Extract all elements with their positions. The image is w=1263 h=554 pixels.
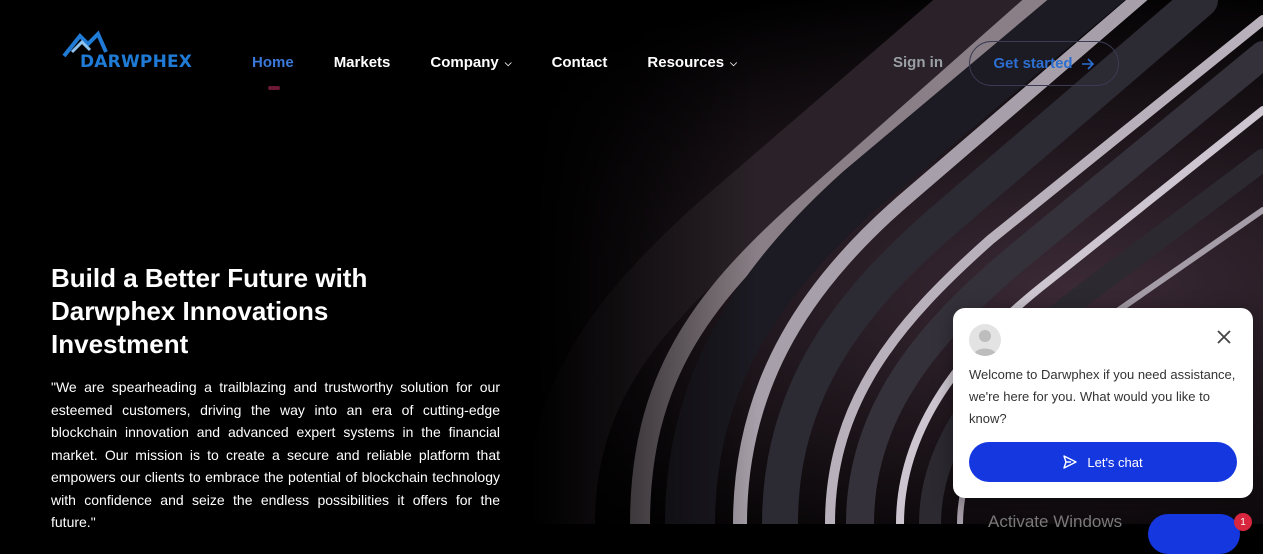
lets-chat-label: Let's chat [1087,454,1143,470]
lets-chat-button[interactable]: Let's chat [969,442,1237,482]
nav-item-label: Home [252,54,294,71]
nav-item-contact[interactable]: Contact [552,54,608,71]
send-icon [1063,455,1078,469]
nav-item-label: Company [430,54,499,71]
activate-windows-watermark: Activate Windows [988,512,1123,531]
nav-item-label: Resources [647,54,725,71]
close-icon[interactable] [1215,328,1233,346]
active-indicator [268,86,280,90]
sign-in-link[interactable]: Sign in [893,54,943,71]
notification-badge: 1 [1234,513,1252,531]
nav-item-label: Markets [333,54,391,71]
nav-item-resources[interactable]: Resources ⌵ [647,54,737,71]
brand-name: DARWPHEX [80,52,193,72]
nav-item-label: Contact [551,54,608,71]
chat-popup: Welcome to Darwphex if you need assistan… [953,308,1253,498]
get-started-label: Get started [993,55,1073,72]
brand-logo[interactable]: DARWPHEX [58,30,192,75]
get-started-button[interactable]: Get started [969,41,1119,86]
chevron-down-icon: ⌵ [504,58,512,68]
main-navigation: Home Markets Company ⌵ Contact Resources… [252,54,777,90]
hero-title: Build a Better Future with Darwphex Inno… [51,263,368,360]
agent-avatar [969,324,1001,356]
chat-launcher-button[interactable] [1148,514,1240,554]
chat-welcome-message: Welcome to Darwphex if you need assistan… [969,367,1236,426]
hero-description: "We are spearheading a trailblazing and … [51,379,500,530]
arrow-right-icon [1081,57,1094,70]
nav-item-markets[interactable]: Markets [334,54,391,71]
nav-item-home[interactable]: Home [252,54,294,90]
chevron-down-icon: ⌵ [730,58,737,68]
nav-item-company[interactable]: Company ⌵ [430,54,511,71]
